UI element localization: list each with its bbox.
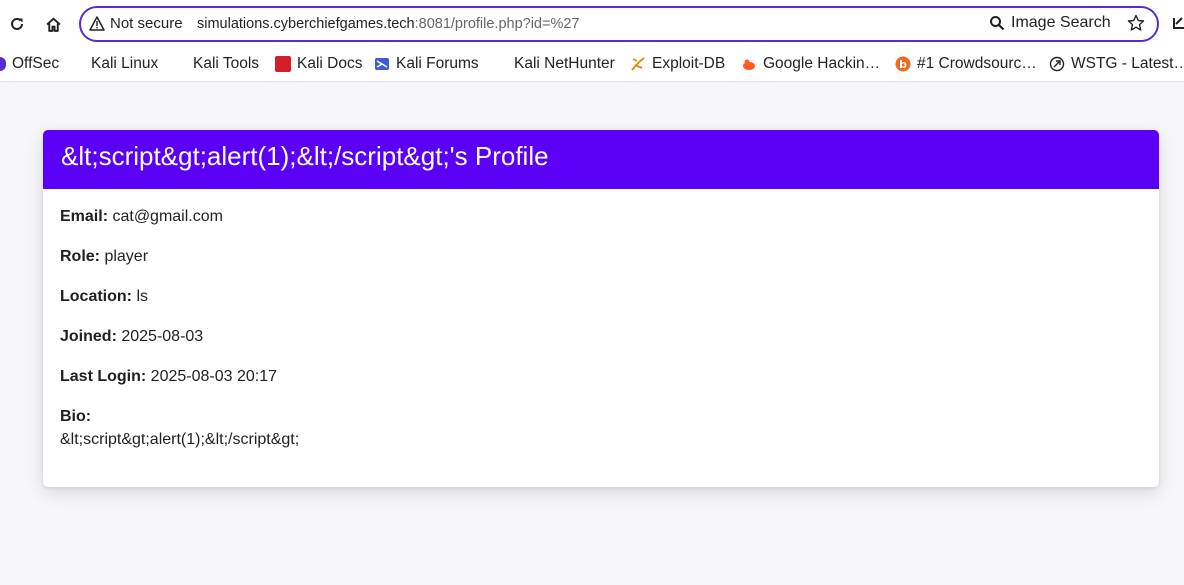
field-value: cat@gmail.com: [112, 208, 223, 225]
bookmark-google-hacking[interactable]: Google Hackin…: [741, 52, 880, 76]
field-label: Email:: [60, 208, 109, 225]
field-label: Role:: [60, 248, 100, 265]
field-label: Location:: [60, 288, 132, 305]
field-value: player: [104, 248, 149, 265]
profile-card: &lt;script&gt;alert(1);&lt;/script&gt;'s…: [43, 130, 1159, 487]
url-text[interactable]: simulations.cyberchiefgames.tech:8081/pr…: [197, 16, 579, 32]
bookmark-kali-nethunter[interactable]: Kali NetHunter: [514, 52, 615, 76]
bookmark-label: OffSec: [12, 55, 60, 72]
image-search-button[interactable]: Image Search: [989, 14, 1111, 32]
bookmark-label: Kali Tools: [193, 55, 260, 72]
url-path: :8081/profile.php?id=%27: [414, 16, 580, 32]
bookmarks-bar: OffSec Kali Linux Kali Tools Kali Docs K…: [0, 48, 1184, 82]
download-icon[interactable]: [1172, 14, 1184, 37]
bookmark-offsec[interactable]: OffSec: [0, 52, 59, 76]
field-label: Joined:: [60, 328, 117, 345]
offsec-icon: [0, 57, 6, 71]
security-indicator[interactable]: Not secure: [89, 15, 183, 32]
bio-text: &lt;script&gt;alert(1);&lt;/script&gt;: [60, 431, 300, 448]
bookmark-label: Kali Linux: [91, 55, 159, 72]
reload-icon[interactable]: [5, 12, 29, 36]
kali-docs-icon: [275, 56, 291, 72]
browser-toolbar: Not secure simulations.cyberchiefgames.t…: [0, 0, 1184, 48]
warning-icon: [89, 16, 105, 31]
profile-field-joined: Joined: 2025-08-03: [60, 326, 1142, 366]
bookmark-kali-forums[interactable]: Kali Forums: [374, 52, 479, 76]
bookmark-kali-tools[interactable]: Kali Tools: [193, 52, 259, 76]
bookmark-label: Google Hackin…: [763, 55, 881, 72]
bookmark-kali-linux[interactable]: Kali Linux: [91, 52, 158, 76]
bookmark-label: WSTG - Latest…: [1071, 55, 1184, 72]
bugcrowd-icon: b: [895, 56, 911, 72]
profile-field-location: Location: ls: [60, 286, 1142, 326]
profile-title: &lt;script&gt;alert(1);&lt;/script&gt;'s…: [43, 130, 1159, 189]
ghdb-icon: [743, 59, 755, 70]
address-bar[interactable]: Not secure simulations.cyberchiefgames.t…: [79, 6, 1159, 42]
profile-field-email: Email: cat@gmail.com: [60, 206, 1142, 246]
field-value: 2025-08-03 20:17: [150, 368, 277, 385]
svg-text:b: b: [899, 58, 907, 71]
bookmark-star-icon[interactable]: [1127, 14, 1145, 37]
security-label: Not secure: [110, 15, 183, 32]
field-value: ls: [136, 288, 149, 305]
bookmark-label: Kali Docs: [297, 55, 363, 72]
bookmark-wstg[interactable]: WSTG - Latest…: [1049, 52, 1184, 76]
image-search-label: Image Search: [1011, 14, 1111, 31]
bookmark-label: Kali NetHunter: [514, 55, 615, 72]
wstg-icon: [1049, 56, 1065, 72]
profile-field-role: Role: player: [60, 246, 1142, 286]
bookmark-label: Kali Forums: [396, 55, 479, 72]
search-icon: [990, 16, 1005, 31]
exploit-db-icon: [631, 57, 645, 71]
field-label: Last Login:: [60, 368, 147, 385]
bookmark-kali-docs[interactable]: Kali Docs: [275, 52, 362, 76]
profile-field-last-login: Last Login: 2025-08-03 20:17: [60, 366, 1142, 406]
kali-forums-icon: [375, 58, 389, 70]
bio-label: Bio:: [60, 408, 92, 425]
bookmark-exploit-db[interactable]: Exploit-DB: [630, 52, 725, 76]
url-host: simulations.cyberchiefgames.tech: [197, 16, 415, 32]
profile-details: Email: cat@gmail.com Role: player Locati…: [43, 189, 1159, 469]
home-icon[interactable]: [41, 12, 65, 36]
bookmark-label: Exploit-DB: [652, 55, 726, 72]
bookmark-crowdsource[interactable]: b #1 Crowdsourc…: [895, 52, 1037, 76]
bookmark-label: #1 Crowdsourc…: [917, 55, 1037, 72]
field-value: 2025-08-03: [121, 328, 204, 345]
